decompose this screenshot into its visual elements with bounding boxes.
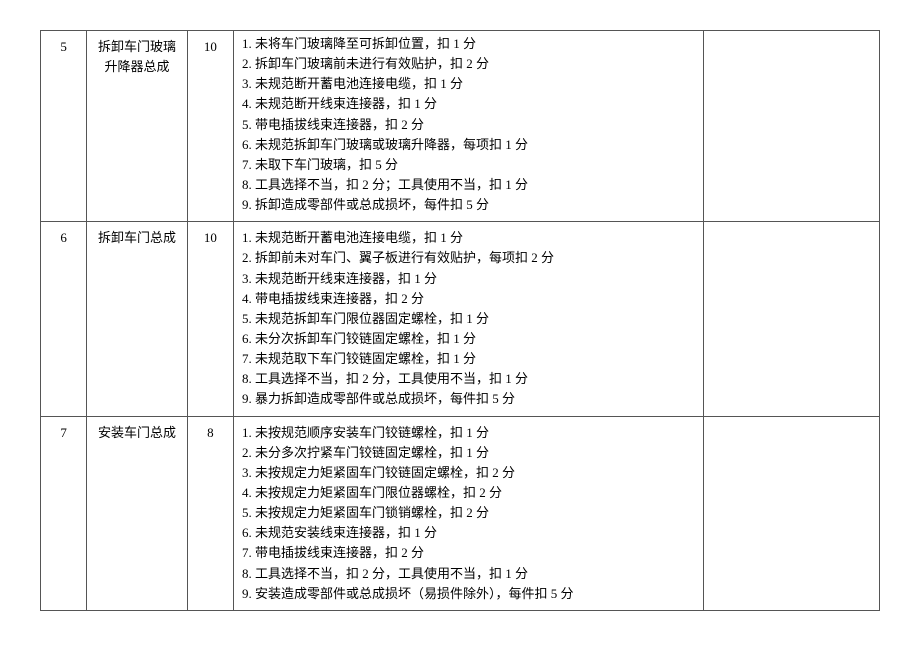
table-row: 7 安装车门总成 8 1. 未按规范顺序安装车门铰链螺栓，扣 1 分 2. 未分… <box>41 416 880 610</box>
row-seq: 7 <box>60 425 67 440</box>
criteria-item: 6. 未规范安装线束连接器，扣 1 分 <box>240 523 697 543</box>
criteria-item: 8. 工具选择不当，扣 2 分，工具使用不当，扣 1 分 <box>240 369 697 389</box>
criteria-item: 4. 带电插拔线束连接器，扣 2 分 <box>240 289 697 309</box>
table-row: 5 拆卸车门玻璃升降器总成 10 1. 未将车门玻璃降至可拆卸位置，扣 1 分 … <box>41 31 880 222</box>
table-row: 6 拆卸车门总成 10 1. 未规范断开蓄电池连接电缆，扣 1 分 2. 拆卸前… <box>41 222 880 416</box>
row-score: 8 <box>207 425 214 440</box>
criteria-item: 7. 带电插拔线束连接器，扣 2 分 <box>240 543 697 563</box>
criteria-item: 2. 拆卸车门玻璃前未进行有效贴护，扣 2 分 <box>240 54 697 74</box>
criteria-list: 1. 未按规范顺序安装车门铰链螺栓，扣 1 分 2. 未分多次拧紧车门铰链固定螺… <box>240 423 697 604</box>
row-seq: 6 <box>60 230 67 245</box>
row-name: 拆卸车门玻璃升降器总成 <box>98 39 176 74</box>
criteria-item: 5. 带电插拔线束连接器，扣 2 分 <box>240 115 697 135</box>
blank-cell <box>703 31 879 222</box>
criteria-item: 6. 未规范拆卸车门玻璃或玻璃升降器，每项扣 1 分 <box>240 135 697 155</box>
row-score: 10 <box>204 230 217 245</box>
criteria-item: 3. 未按规定力矩紧固车门铰链固定螺栓，扣 2 分 <box>240 463 697 483</box>
row-score: 10 <box>204 39 217 54</box>
scoring-table: 5 拆卸车门玻璃升降器总成 10 1. 未将车门玻璃降至可拆卸位置，扣 1 分 … <box>40 30 880 611</box>
blank-cell <box>703 222 879 416</box>
blank-cell <box>703 416 879 610</box>
criteria-item: 9. 安装造成零部件或总成损坏（易损件除外），每件扣 5 分 <box>240 584 697 604</box>
criteria-list: 1. 未规范断开蓄电池连接电缆，扣 1 分 2. 拆卸前未对车门、翼子板进行有效… <box>240 228 697 409</box>
criteria-item: 2. 拆卸前未对车门、翼子板进行有效贴护，每项扣 2 分 <box>240 248 697 268</box>
criteria-item: 6. 未分次拆卸车门铰链固定螺栓，扣 1 分 <box>240 329 697 349</box>
criteria-list: 1. 未将车门玻璃降至可拆卸位置，扣 1 分 2. 拆卸车门玻璃前未进行有效贴护… <box>240 34 697 212</box>
criteria-item: 5. 未规范拆卸车门限位器固定螺栓，扣 1 分 <box>240 309 697 329</box>
criteria-item: 1. 未按规范顺序安装车门铰链螺栓，扣 1 分 <box>240 423 697 443</box>
row-name: 拆卸车门总成 <box>98 230 176 245</box>
criteria-item: 4. 未按规定力矩紧固车门限位器螺栓，扣 2 分 <box>240 483 697 503</box>
criteria-item: 8. 工具选择不当，扣 2 分，工具使用不当，扣 1 分 <box>240 564 697 584</box>
criteria-item: 4. 未规范断开线束连接器，扣 1 分 <box>240 94 697 114</box>
criteria-item: 3. 未规范断开蓄电池连接电缆，扣 1 分 <box>240 74 697 94</box>
criteria-item: 7. 未规范取下车门铰链固定螺栓，扣 1 分 <box>240 349 697 369</box>
criteria-item: 9. 暴力拆卸造成零部件或总成损坏，每件扣 5 分 <box>240 389 697 409</box>
row-seq: 5 <box>60 39 67 54</box>
criteria-item: 9. 拆卸造成零部件或总成损坏，每件扣 5 分 <box>240 195 697 212</box>
row-name: 安装车门总成 <box>98 425 176 440</box>
criteria-item: 8. 工具选择不当，扣 2 分；工具使用不当，扣 1 分 <box>240 175 697 195</box>
criteria-item: 5. 未按规定力矩紧固车门锁销螺栓，扣 2 分 <box>240 503 697 523</box>
criteria-item: 7. 未取下车门玻璃，扣 5 分 <box>240 155 697 175</box>
criteria-item: 1. 未规范断开蓄电池连接电缆，扣 1 分 <box>240 228 697 248</box>
criteria-item: 2. 未分多次拧紧车门铰链固定螺栓，扣 1 分 <box>240 443 697 463</box>
criteria-item: 1. 未将车门玻璃降至可拆卸位置，扣 1 分 <box>240 34 697 54</box>
scanned-page: 5 拆卸车门玻璃升降器总成 10 1. 未将车门玻璃降至可拆卸位置，扣 1 分 … <box>0 0 920 651</box>
criteria-item: 3. 未规范断开线束连接器，扣 1 分 <box>240 269 697 289</box>
